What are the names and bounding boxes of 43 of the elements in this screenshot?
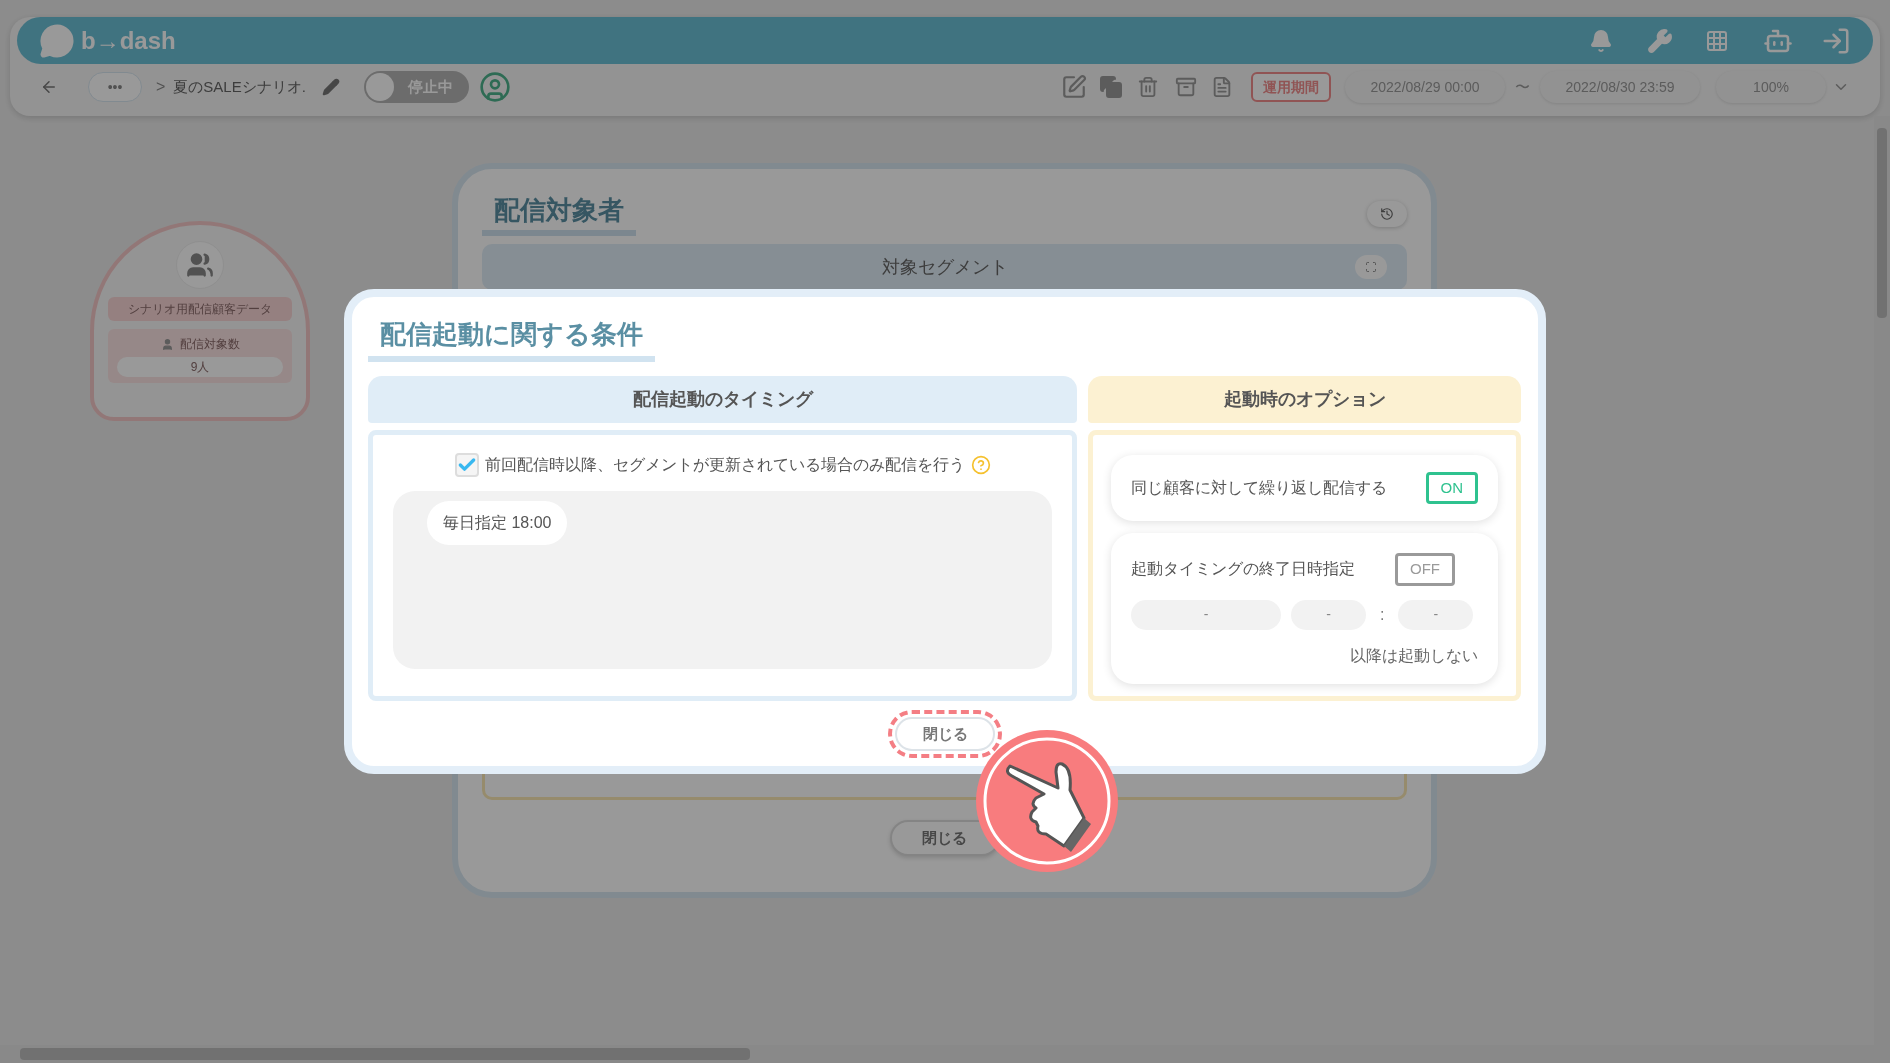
checkbox[interactable] (454, 453, 479, 477)
history-button[interactable] (1367, 200, 1407, 227)
option-label: 同じ顧客に対して繰り返し配信する (1131, 478, 1387, 498)
option-label: 起動タイミングの終了日時指定 (1131, 559, 1355, 580)
scenario-name: 夏のSALEシナリオ. (173, 76, 306, 97)
expand-button[interactable] (1355, 255, 1387, 279)
toggle-switch[interactable]: OFF (1395, 553, 1455, 586)
date-field[interactable]: - (1291, 599, 1366, 630)
more-button[interactable]: ••• (88, 72, 142, 102)
count-label: 配信対象数 (179, 336, 240, 353)
document-icon[interactable] (1211, 76, 1233, 98)
date-field[interactable]: - (1131, 599, 1281, 630)
logo-text: b→dash (81, 25, 176, 56)
logo-bubble-icon (39, 22, 75, 59)
count-value: 9人 (117, 357, 283, 377)
period-button[interactable]: 運用期間 (1251, 72, 1331, 102)
date-field[interactable]: - (1398, 599, 1474, 630)
wrench-icon[interactable] (1647, 27, 1673, 54)
copy-icon[interactable] (1099, 75, 1123, 99)
edit-note-icon[interactable] (1061, 74, 1087, 100)
schedule-chip: 毎日指定 18:00 (427, 501, 568, 545)
edit-icon[interactable] (321, 78, 340, 96)
archive-icon[interactable] (1175, 76, 1197, 98)
person-icon (160, 337, 174, 351)
history-icon (1380, 206, 1394, 221)
segment-title: 対象セグメント (881, 255, 1008, 279)
breadcrumb-separator: > (156, 77, 166, 97)
timing-title: 配信起動のタイミング (632, 388, 813, 411)
apps-grid-icon[interactable] (1705, 28, 1729, 53)
checkbox-label: 前回配信時以降、セグメントが更新されている場合のみ配信を行う (484, 455, 965, 475)
toggle-switch[interactable]: ON (1425, 471, 1478, 505)
expand-icon (1365, 261, 1377, 273)
time-separator: : (1379, 604, 1386, 625)
trash-icon[interactable] (1137, 76, 1159, 98)
tilde-separator: 〜 (1515, 76, 1530, 97)
dialog-title: 配信起動に関する条件 (368, 315, 655, 362)
user-avatar-icon[interactable] (478, 71, 511, 103)
dialog-title: 配信対象者 (482, 191, 636, 236)
options-title: 起動時のオプション (1223, 388, 1386, 411)
close-button[interactable]: 閉じる (895, 717, 995, 751)
bell-icon[interactable] (1589, 28, 1613, 53)
help-icon[interactable] (970, 455, 991, 475)
option-note: 以降は起動しない (1350, 645, 1478, 666)
